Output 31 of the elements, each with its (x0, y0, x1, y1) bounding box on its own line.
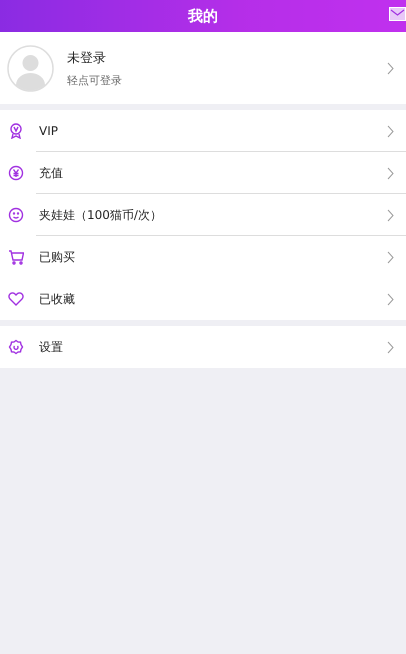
avatar-icon (7, 44, 54, 92)
smiley-icon (8, 207, 24, 223)
yen-coin-icon (8, 165, 24, 181)
chevron-icon (387, 292, 394, 306)
menu-item[interactable]: 已购买 (0, 236, 406, 278)
menu-item[interactable]: 设置 (0, 326, 406, 368)
menu-label: VIP (39, 124, 59, 138)
menu-item[interactable]: 夹娃娃（100猫币/次） (0, 194, 406, 236)
chevron-icon (387, 124, 394, 138)
menu-item[interactable]: VIP (0, 110, 406, 152)
menu-item[interactable]: 已收藏 (0, 278, 406, 320)
heart-icon (8, 291, 24, 307)
menu-label: 夹娃娃（100猫币/次） (39, 206, 163, 224)
medal-icon (8, 123, 24, 139)
login-hint: 轻点可登录 (67, 72, 123, 88)
mail-icon[interactable] (389, 7, 406, 21)
menu-item[interactable]: 充值 (0, 152, 406, 194)
chevron-icon (387, 250, 394, 264)
login-row[interactable]: 未登录 轻点可登录 (0, 32, 406, 104)
chevron-icon (387, 62, 394, 74)
chevron-icon (387, 208, 394, 222)
menu-label: 充值 (39, 164, 64, 182)
user-name: 未登录 (67, 50, 107, 66)
chevron-icon (387, 340, 394, 354)
cart-icon (8, 249, 24, 265)
chevron-icon (387, 166, 394, 180)
settings-icon (8, 339, 24, 355)
menu-label: 已购买 (39, 248, 76, 266)
menu-label: 已收藏 (39, 290, 76, 308)
page-title: 我的 (188, 6, 218, 26)
menu-label: 设置 (39, 338, 64, 356)
